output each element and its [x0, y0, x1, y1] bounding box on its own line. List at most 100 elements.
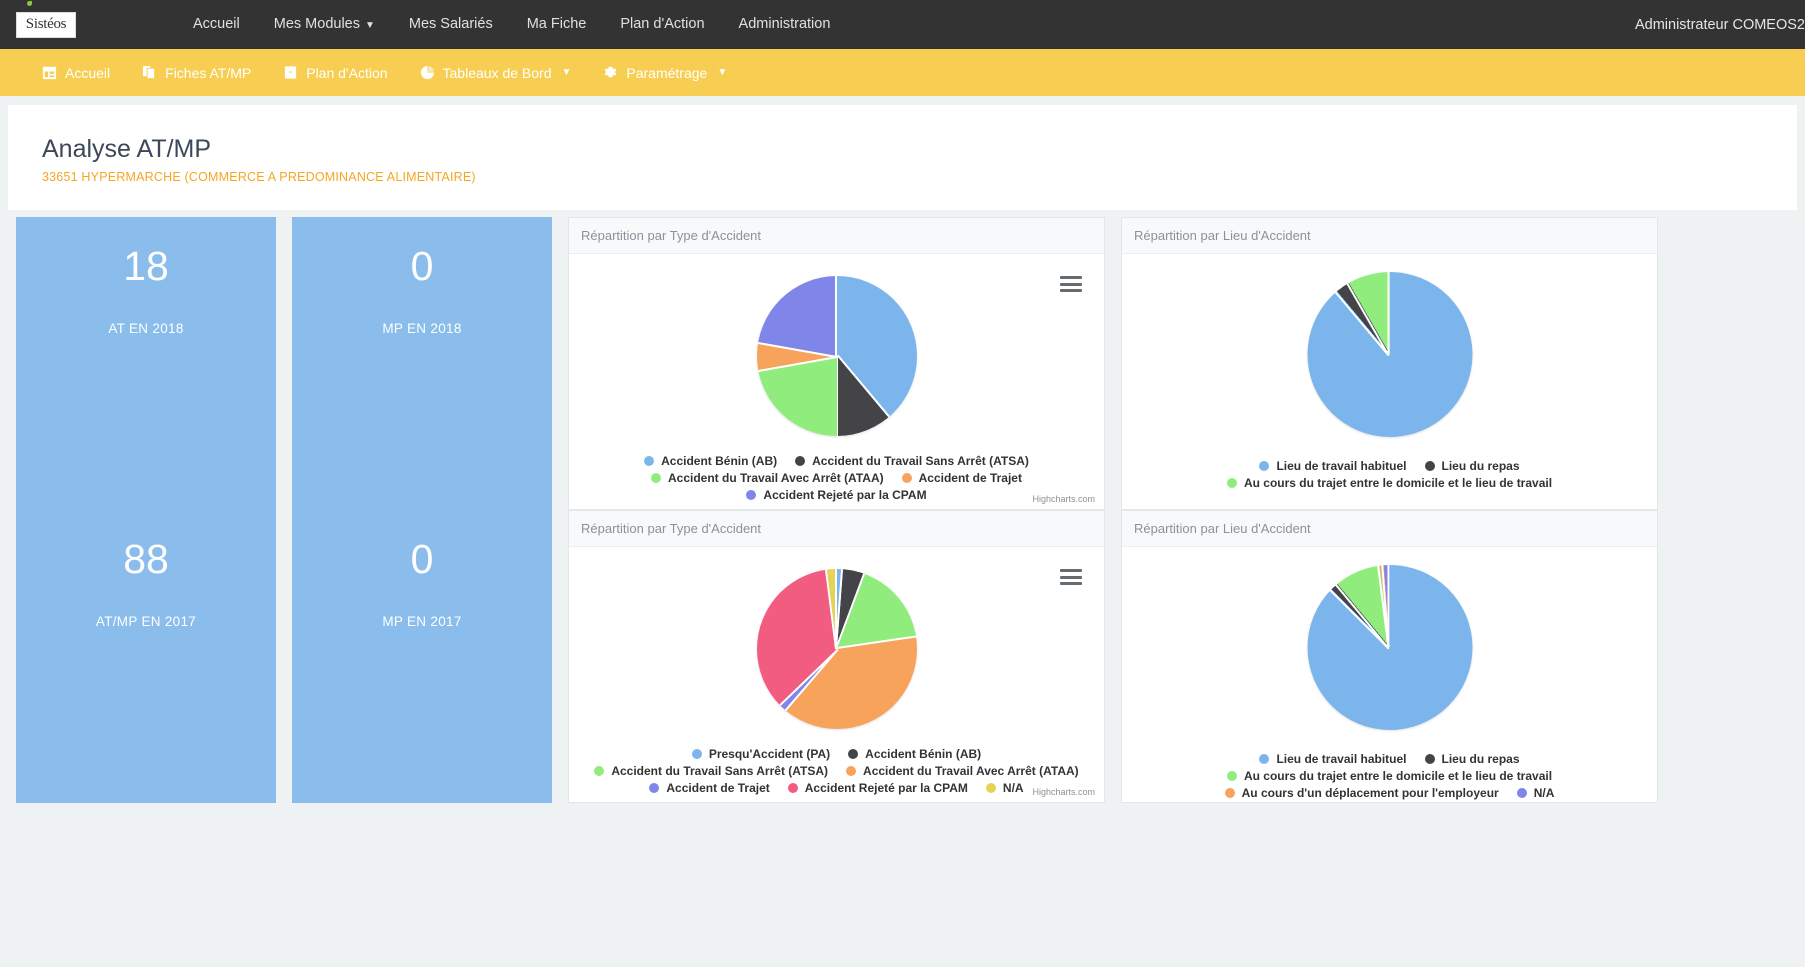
legend-item[interactable]: Accident du Travail Avec Arrêt (ATAA) [651, 471, 884, 485]
chart-card: Répartition par Type d'Accident Accident … [568, 217, 1105, 510]
legend-label: Au cours du trajet entre le domicile et … [1243, 476, 1553, 490]
kpi-value: 18 [123, 243, 169, 289]
logo-text: Sistéos [25, 16, 67, 32]
legend-label: Accident du Travail Avec Arrêt (ATAA) [668, 471, 884, 485]
legend-item[interactable]: Accident du Travail Sans Arrêt (ATSA) [795, 454, 1029, 468]
subnav-item-label: Fiches AT/MP [165, 64, 252, 81]
chart-body: Lieu de travail habituel Lieu du repas Au … [1122, 547, 1657, 802]
kpi-label: MP EN 2018 [382, 321, 462, 336]
page-title: Analyse AT/MP [42, 135, 212, 163]
kpi-tile[interactable]: 0 MP EN 2018 [292, 217, 552, 510]
subnav-item-label: Plan d'Action [306, 64, 388, 81]
legend-color-swatch [901, 473, 912, 483]
topnav-item-label: Administration [738, 16, 831, 32]
book-icon [283, 65, 298, 80]
legend-color-swatch [649, 783, 660, 793]
topnav-item-label: Ma Fiche [526, 16, 587, 32]
chart-body: Lieu de travail habituel Lieu du repas Au … [1122, 254, 1657, 509]
legend-label: Accident Bénin (AB) [865, 747, 982, 761]
legend-item[interactable]: Accident du Travail Sans Arrêt (ATSA) [594, 764, 828, 778]
legend-label: Accident Bénin (AB) [661, 454, 778, 468]
gear-icon [603, 65, 618, 80]
topnav-item-mes-modules[interactable]: Mes Modules ▼ [257, 0, 392, 50]
legend-item[interactable]: Au cours du trajet entre le domicile et … [1226, 769, 1552, 783]
legend-item[interactable]: N/A [985, 781, 1024, 795]
legend-label: N/A [1533, 786, 1555, 800]
subnav-item-param-trage[interactable]: Paramétrage ▼ [587, 65, 743, 81]
legend-color-swatch [651, 473, 661, 483]
chart-legend: Presqu'Accident (PA) Accident Bénin (AB) A… [569, 747, 1104, 795]
legend-label: Lieu de travail habituel [1276, 459, 1407, 473]
legend-item[interactable]: Presqu'Accident (PA) [691, 747, 830, 761]
top-navbar: Sistéos Accueil Mes Modules ▼ Mes Salariés M… [0, 0, 1805, 49]
logo-sisteos[interactable]: Sistéos [16, 1, 76, 38]
subnav-item-tableaux-de-bord[interactable]: Tableaux de Bord ▼ [404, 65, 588, 81]
copy-icon [142, 65, 157, 80]
highcharts-credit[interactable]: Highcharts.com [1032, 787, 1095, 797]
subnav-item-label: Tableaux de Bord [442, 64, 552, 81]
legend-item[interactable]: N/A [1516, 786, 1555, 800]
legend-item[interactable]: Accident Bénin (AB) [644, 454, 777, 468]
subnav-item-plan-d-action[interactable]: Plan d'Action [267, 65, 403, 81]
legend-item[interactable]: Accident de Trajet [649, 781, 770, 795]
legend-label: Accident Rejeté par la CPAM [763, 488, 927, 502]
legend-item[interactable]: Accident de Trajet [901, 471, 1022, 485]
pie-chart[interactable] [1307, 565, 1472, 730]
kpi-value: 88 [123, 536, 169, 582]
legend-color-swatch [848, 749, 859, 759]
subnav-item-label: Paramétrage [626, 64, 708, 81]
legend-item[interactable]: Accident Rejeté par la CPAM [746, 488, 927, 502]
legend-item[interactable]: Lieu du repas [1424, 752, 1520, 766]
chart-title: Répartition par Type d'Accident [569, 218, 1104, 254]
legend-color-swatch [1224, 788, 1235, 798]
chevron-down-icon: ▼ [561, 67, 572, 78]
legend-color-swatch [1259, 754, 1270, 764]
subnav-item-fiches-at-mp[interactable]: Fiches AT/MP [126, 65, 267, 81]
pie-chart[interactable] [1307, 272, 1472, 437]
pie-chart[interactable] [756, 276, 917, 436]
chart-legend: Accident Bénin (AB) Accident du Travail S… [569, 454, 1104, 502]
legend-color-swatch [795, 456, 806, 466]
highcharts-credit[interactable]: Highcharts.com [1032, 494, 1095, 504]
legend-item[interactable]: Lieu de travail habituel [1259, 459, 1407, 473]
legend-color-swatch [985, 783, 996, 793]
chart-body: Presqu'Accident (PA) Accident Bénin (AB) A… [569, 547, 1104, 802]
topnav-item-plan-d-action[interactable]: Plan d'Action [603, 0, 721, 49]
top-nav-links: Accueil Mes Modules ▼ Mes Salariés Ma Fiche P… [176, 0, 847, 50]
export-menu-icon[interactable] [1060, 569, 1082, 585]
legend-item[interactable]: Lieu de travail habituel [1259, 752, 1407, 766]
calendar-icon [42, 65, 57, 80]
subnav-item-accueil[interactable]: Accueil [26, 65, 126, 81]
kpi-tile[interactable]: 18 AT EN 2018 [16, 217, 276, 510]
dashboard-grid: 18 AT EN 2018 0 MP EN 2018 Répartition par T… [0, 217, 1805, 803]
legend-color-swatch [1424, 461, 1435, 471]
pie-slices [1307, 272, 1472, 437]
topnav-item-label: Mes Modules [273, 15, 360, 32]
legend-item[interactable]: Accident du Travail Avec Arrêt (ATAA) [846, 764, 1079, 778]
legend-item[interactable]: Au cours du trajet entre le domicile et … [1226, 476, 1553, 490]
sub-navbar: Accueil Fiches AT/MP Plan d'Action Tableaux… [0, 49, 1805, 96]
legend-label: N/A [1002, 781, 1024, 795]
kpi-tile[interactable]: 0 MP EN 2017 [292, 510, 552, 803]
user-label[interactable]: Administrateur COMEOS2 [1635, 17, 1805, 33]
legend-label: Accident de Trajet [666, 781, 770, 795]
topnav-item-mes-salari-s[interactable]: Mes Salariés [392, 0, 510, 49]
kpi-value: 0 [410, 243, 434, 289]
kpi-value: 0 [410, 536, 434, 582]
legend-item[interactable]: Au cours d'un déplacement pour l'employe… [1224, 786, 1499, 800]
export-menu-icon[interactable] [1060, 276, 1082, 292]
topnav-item-ma-fiche[interactable]: Ma Fiche [510, 0, 604, 49]
legend-item[interactable]: Accident Bénin (AB) [848, 747, 981, 761]
legend-item[interactable]: Accident Rejeté par la CPAM [787, 781, 968, 795]
legend-color-swatch [691, 749, 702, 759]
chart-card: Répartition par Lieu d'Accident Lieu de t… [1121, 217, 1658, 510]
legend-color-swatch [846, 766, 857, 776]
topnav-item-label: Accueil [193, 16, 240, 32]
chevron-down-icon: ▼ [364, 19, 375, 31]
pie-chart[interactable] [756, 569, 917, 729]
legend-label: Au cours d'un déplacement pour l'employe… [1241, 786, 1499, 800]
topnav-item-accueil[interactable]: Accueil [176, 0, 257, 49]
topnav-item-administration[interactable]: Administration [722, 0, 848, 49]
kpi-tile[interactable]: 88 AT/MP EN 2017 [16, 510, 276, 803]
legend-item[interactable]: Lieu du repas [1424, 459, 1520, 473]
